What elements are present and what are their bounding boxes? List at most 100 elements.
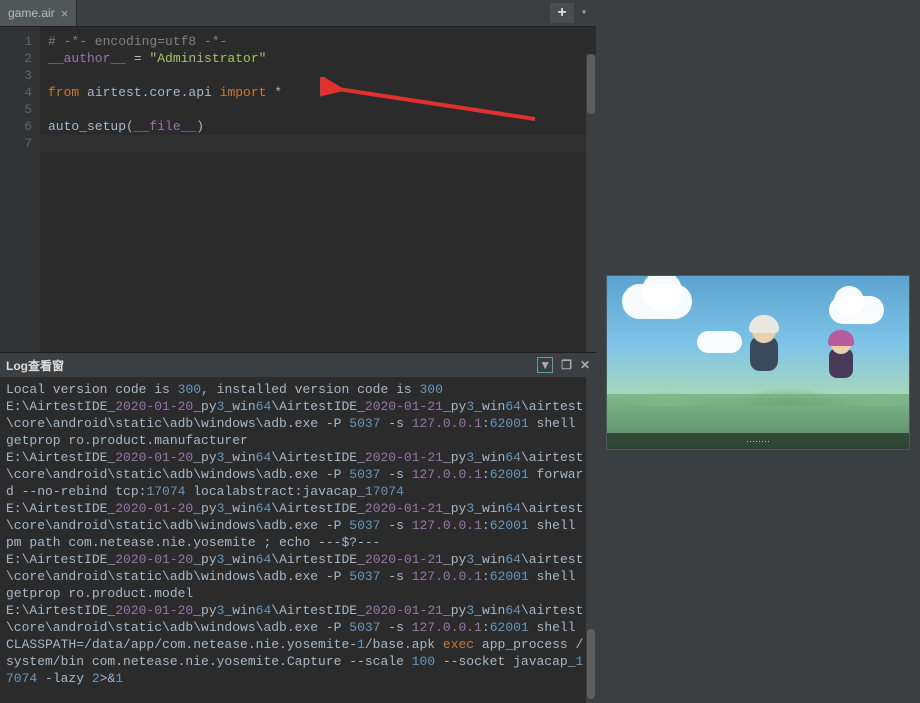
log-token: -s: [380, 416, 411, 431]
log-token: 62001: [490, 416, 529, 431]
log-token: 127.0.0.1: [412, 569, 482, 584]
log-token: 5037: [349, 518, 380, 533]
log-token: Local version code is: [6, 382, 178, 397]
scrollbar-thumb[interactable]: [587, 54, 595, 114]
line-number: 7: [0, 135, 32, 152]
log-token: _py: [443, 399, 466, 414]
log-token: _win: [474, 399, 505, 414]
log-title: Log查看窗: [6, 357, 64, 374]
device-screen-preview[interactable]: ········: [606, 275, 910, 450]
comment-token: # -*- encoding=utf8 -*-: [48, 34, 227, 49]
log-token: E:\AirtestIDE_: [6, 552, 115, 567]
log-token: _win: [224, 450, 255, 465]
log-filter-icon[interactable]: ▼: [537, 357, 553, 373]
line-number: 4: [0, 84, 32, 101]
tab-bar: game.air × + ▾: [0, 0, 596, 27]
log-token: _py: [443, 501, 466, 516]
line-number: 3: [0, 67, 32, 84]
log-token: _py: [193, 552, 216, 567]
left-panel: game.air × + ▾ 1 2 3 4 5 6 7 # -*- encod…: [0, 0, 596, 703]
log-token: 5037: [349, 467, 380, 482]
log-token: :: [482, 467, 490, 482]
log-token: 3: [466, 450, 474, 465]
line-number: 5: [0, 101, 32, 118]
line-gutter: 1 2 3 4 5 6 7: [0, 27, 40, 352]
log-token: _py: [193, 603, 216, 618]
line-number: 2: [0, 50, 32, 67]
line-number: 6: [0, 118, 32, 135]
log-token: _py: [193, 399, 216, 414]
log-token: \AirtestIDE_: [271, 603, 365, 618]
log-token: 3: [466, 501, 474, 516]
log-token: 64: [505, 603, 521, 618]
operator-token: =: [126, 51, 149, 66]
variable-token: __author__: [48, 51, 126, 66]
code-editor[interactable]: 1 2 3 4 5 6 7 # -*- encoding=utf8 -*- __…: [0, 27, 596, 352]
editor-scrollbar[interactable]: [586, 54, 596, 352]
code-line: [48, 67, 596, 84]
cloud-shape: [834, 286, 864, 316]
log-token: 2020-01-20: [115, 450, 193, 465]
function-token: auto_setup(: [48, 119, 134, 134]
log-token: 64: [256, 450, 272, 465]
log-token: 2020-01-21: [365, 450, 443, 465]
log-token: 2020-01-20: [115, 603, 193, 618]
log-token: 3: [466, 552, 474, 567]
log-close-icon[interactable]: ✕: [580, 358, 590, 372]
log-token: 3: [466, 399, 474, 414]
log-token: 2020-01-21: [365, 552, 443, 567]
code-area[interactable]: # -*- encoding=utf8 -*- __author__ = "Ad…: [40, 27, 596, 352]
tab-filename: game.air: [8, 6, 55, 20]
code-line: auto_setup(__file__): [48, 118, 596, 135]
keyword-token: from: [48, 85, 79, 100]
log-token: _py: [443, 603, 466, 618]
log-scrollbar[interactable]: [586, 377, 596, 703]
log-token: 64: [505, 501, 521, 516]
log-token: \AirtestIDE_: [271, 501, 365, 516]
log-token: _win: [474, 450, 505, 465]
log-token: 64: [505, 552, 521, 567]
log-token: 17074: [146, 484, 185, 499]
preview-footer-text: ········: [607, 433, 909, 449]
log-token: 62001: [490, 569, 529, 584]
log-token: _py: [443, 450, 466, 465]
log-token: 127.0.0.1: [412, 620, 482, 635]
log-token: 64: [505, 450, 521, 465]
log-content[interactable]: Local version code is 300, installed ver…: [0, 377, 596, 703]
log-token: 100: [412, 654, 435, 669]
cloud-shape: [697, 331, 742, 353]
log-token: exec: [443, 637, 474, 652]
log-token: :: [482, 518, 490, 533]
log-token: :: [482, 416, 490, 431]
log-token: -s: [380, 518, 411, 533]
code-line: from airtest.core.api import *: [48, 84, 596, 101]
log-token: _win: [224, 552, 255, 567]
log-token: , installed version code is: [201, 382, 419, 397]
log-line: E:\AirtestIDE_2020-01-20_py3_win64\Airte…: [6, 500, 590, 551]
log-token: 127.0.0.1: [412, 416, 482, 431]
new-tab-button[interactable]: +: [550, 3, 574, 23]
log-panel: Log查看窗 ▼ ❐ ✕ Local version code is 300, …: [0, 352, 596, 703]
log-header: Log查看窗 ▼ ❐ ✕: [0, 353, 596, 377]
log-token: -s: [380, 569, 411, 584]
editor-tab[interactable]: game.air ×: [0, 0, 77, 26]
tab-dropdown-button[interactable]: ▾: [576, 3, 592, 23]
close-tab-icon[interactable]: ×: [61, 6, 69, 21]
log-token: 62001: [490, 518, 529, 533]
log-token: _py: [193, 450, 216, 465]
current-line-highlight: [40, 135, 596, 152]
log-token: 2020-01-21: [365, 399, 443, 414]
scrollbar-thumb[interactable]: [587, 629, 595, 699]
log-token: 2020-01-20: [115, 501, 193, 516]
log-token: 64: [256, 501, 272, 516]
star-token: *: [266, 85, 282, 100]
log-token: _win: [474, 552, 505, 567]
log-token: 1: [357, 637, 365, 652]
log-line: E:\AirtestIDE_2020-01-20_py3_win64\Airte…: [6, 398, 590, 449]
log-token: 127.0.0.1: [412, 467, 482, 482]
line-number: 1: [0, 33, 32, 50]
log-header-actions: ▼ ❐ ✕: [537, 357, 590, 373]
log-token: 64: [256, 603, 272, 618]
log-token: E:\AirtestIDE_: [6, 501, 115, 516]
log-restore-icon[interactable]: ❐: [561, 358, 572, 372]
